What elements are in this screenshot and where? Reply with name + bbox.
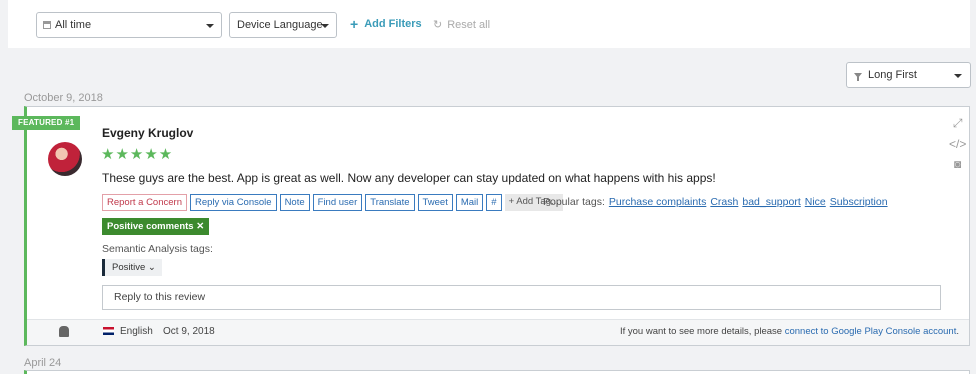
expand-icon[interactable]: ⤢ (953, 116, 963, 131)
applied-tag[interactable]: Positive comments ✕ (102, 218, 210, 235)
add-filters-label: Add Filters (364, 18, 422, 30)
chevron-down-icon (206, 24, 214, 28)
sort-select[interactable]: Long First (846, 62, 971, 88)
chevron-down-icon (321, 24, 329, 28)
review-date: Oct 9, 2018 (163, 326, 215, 337)
filter-bar: All time Device Language + Add Filters ↻… (8, 0, 970, 48)
reset-all-label: Reset all (447, 18, 491, 31)
time-range-select[interactable]: All time (36, 12, 222, 38)
popular-tags: Popular tags: Purchase complaints Crash … (543, 196, 888, 208)
semantic-analysis-label: Semantic Analysis tags: (102, 243, 213, 255)
reset-all-button[interactable]: ↻ Reset all (433, 18, 491, 32)
plus-icon: + (350, 16, 359, 32)
translate-button[interactable]: Translate (365, 194, 415, 211)
avatar (48, 142, 82, 176)
popular-tag[interactable]: Nice (805, 196, 826, 208)
star-rating: ★★★★★ (101, 146, 174, 163)
reply-input[interactable]: Reply to this review (102, 285, 941, 310)
featured-badge: FEATURED #1 (12, 116, 81, 130)
review-text: These guys are the best. App is great as… (102, 171, 716, 185)
chevron-down-icon (954, 74, 962, 78)
review-language: English (120, 326, 153, 337)
filter-icon (854, 72, 862, 81)
camera-icon[interactable]: ◙ (954, 157, 961, 171)
applied-tag-label: Positive comments (107, 221, 194, 232)
popular-tag[interactable]: Crash (710, 196, 738, 208)
refresh-icon: ↻ (433, 19, 443, 31)
console-note-suffix: . (956, 326, 959, 337)
tweet-button[interactable]: Tweet (417, 194, 453, 211)
note-button[interactable]: Note (279, 194, 310, 211)
report-concern-button[interactable]: Report a Concern (102, 194, 187, 211)
reply-via-console-button[interactable]: Reply via Console (189, 194, 277, 211)
uk-flag-icon (103, 327, 114, 335)
find-user-button[interactable]: Find user (312, 194, 363, 211)
chevron-down-icon: ⌄ (147, 262, 156, 273)
language-select[interactable]: Device Language (229, 12, 337, 38)
review-footer: English Oct 9, 2018 If you want to see m… (27, 319, 969, 345)
console-note: If you want to see more details, please … (620, 326, 959, 337)
review-actions: Report a Concern Reply via Console Note … (102, 194, 563, 211)
sort-value: Long First (868, 69, 917, 81)
side-icons: ⤢ </> ◙ (949, 116, 966, 171)
semantic-tag-value: Positive (112, 262, 146, 273)
console-link[interactable]: connect to Google Play Console account (785, 326, 957, 337)
review-card (24, 370, 970, 374)
mail-button[interactable]: Mail (455, 194, 484, 211)
popular-tags-label: Popular tags: (543, 196, 605, 208)
language-value: Device Language (237, 19, 323, 31)
add-filters-button[interactable]: + Add Filters (350, 16, 422, 32)
reviewer-name: Evgeny Kruglov (102, 126, 194, 140)
calendar-icon (43, 21, 51, 29)
date-group-label: October 9, 2018 (24, 92, 103, 104)
popular-tag[interactable]: bad_support (742, 196, 800, 208)
popular-tag[interactable]: Subscription (830, 196, 888, 208)
popular-tag[interactable]: Purchase complaints (609, 196, 706, 208)
close-icon[interactable]: ✕ (196, 221, 204, 232)
console-note-prefix: If you want to see more details, please (619, 326, 783, 337)
hash-button[interactable]: # (486, 194, 502, 211)
code-icon[interactable]: </> (949, 137, 966, 151)
date-group-label: April 24 (24, 357, 62, 369)
android-icon (59, 326, 69, 337)
time-range-value: All time (55, 19, 92, 31)
semantic-tag-select[interactable]: Positive ⌄ (102, 259, 162, 276)
